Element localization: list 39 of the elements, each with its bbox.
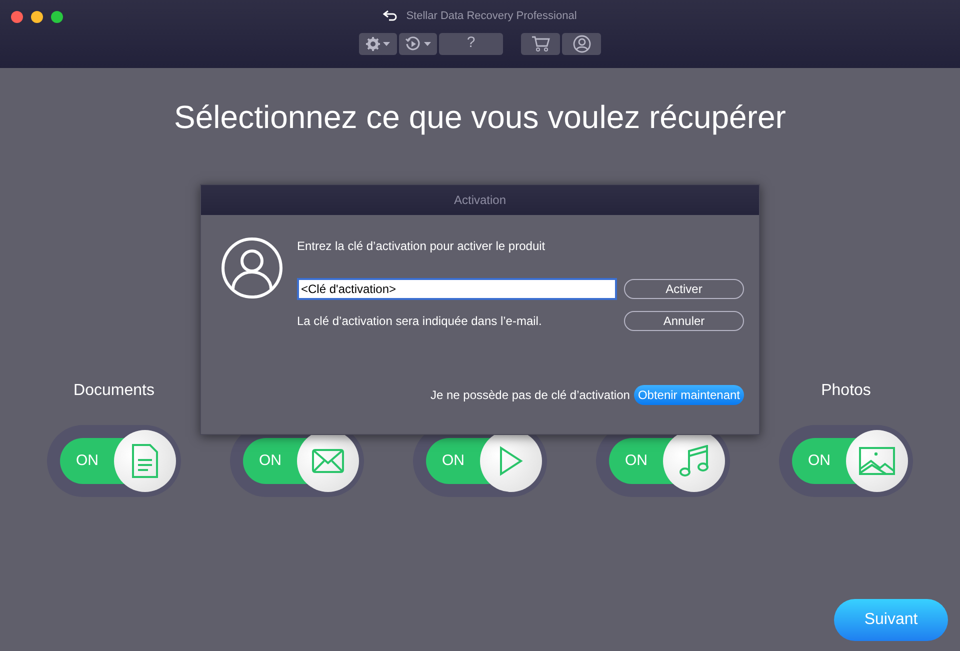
get-now-button[interactable]: Obtenir maintenant: [634, 385, 744, 405]
close-button[interactable]: [11, 11, 23, 23]
dialog-title: Activation: [454, 192, 506, 209]
maximize-button[interactable]: [51, 11, 63, 23]
back-arrow-icon: [383, 10, 398, 22]
toggle-state-label: ON: [76, 451, 98, 472]
image-icon: [859, 447, 895, 476]
music-note-icon: [679, 445, 709, 478]
page-heading: Sélectionnez ce que vous voulez récupérer: [173, 98, 787, 136]
toggle-state-label: ON: [625, 451, 648, 472]
category-label: Photos: [821, 381, 871, 402]
toolbar-help-button[interactable]: ?: [439, 32, 503, 54]
window-title: Stellar Data Recovery Professional: [406, 9, 577, 24]
toolbar-history-button[interactable]: [399, 32, 437, 54]
account-icon: [572, 34, 590, 52]
prompt-text: Entrez la clé d’activation pour activer le produit: [297, 238, 546, 255]
toggle-state-label: ON: [808, 451, 830, 472]
history-icon: [405, 36, 421, 52]
no-key-text: Je ne possède pas de clé d’activation: [430, 387, 630, 404]
user-avatar-icon: [221, 237, 283, 299]
category-label: Documents: [74, 381, 154, 402]
cart-icon: [530, 36, 550, 52]
toolbar-account-button[interactable]: [562, 32, 601, 54]
activate-button[interactable]: Activer: [624, 279, 744, 299]
activation-key-field[interactable]: <Clé d'activation>: [297, 278, 617, 300]
toggle-switch[interactable]: ON: [47, 425, 181, 498]
hint-text: La clé d’activation sera indiquée dans l’e-mail.: [297, 313, 542, 330]
toggle-switch[interactable]: ON: [779, 425, 913, 498]
document-icon: [131, 444, 159, 478]
next-button[interactable]: Suivant: [834, 599, 948, 641]
mail-icon: [312, 449, 344, 474]
toggle-state-label: ON: [259, 451, 282, 472]
toggle-state-label: ON: [442, 451, 464, 472]
play-icon: [499, 446, 523, 476]
minimize-button[interactable]: [31, 11, 43, 23]
cancel-button[interactable]: Annuler: [624, 311, 744, 331]
settings-icon: [366, 36, 380, 50]
toolbar-cart-button[interactable]: [521, 32, 560, 54]
toolbar-settings-button[interactable]: [359, 32, 397, 54]
